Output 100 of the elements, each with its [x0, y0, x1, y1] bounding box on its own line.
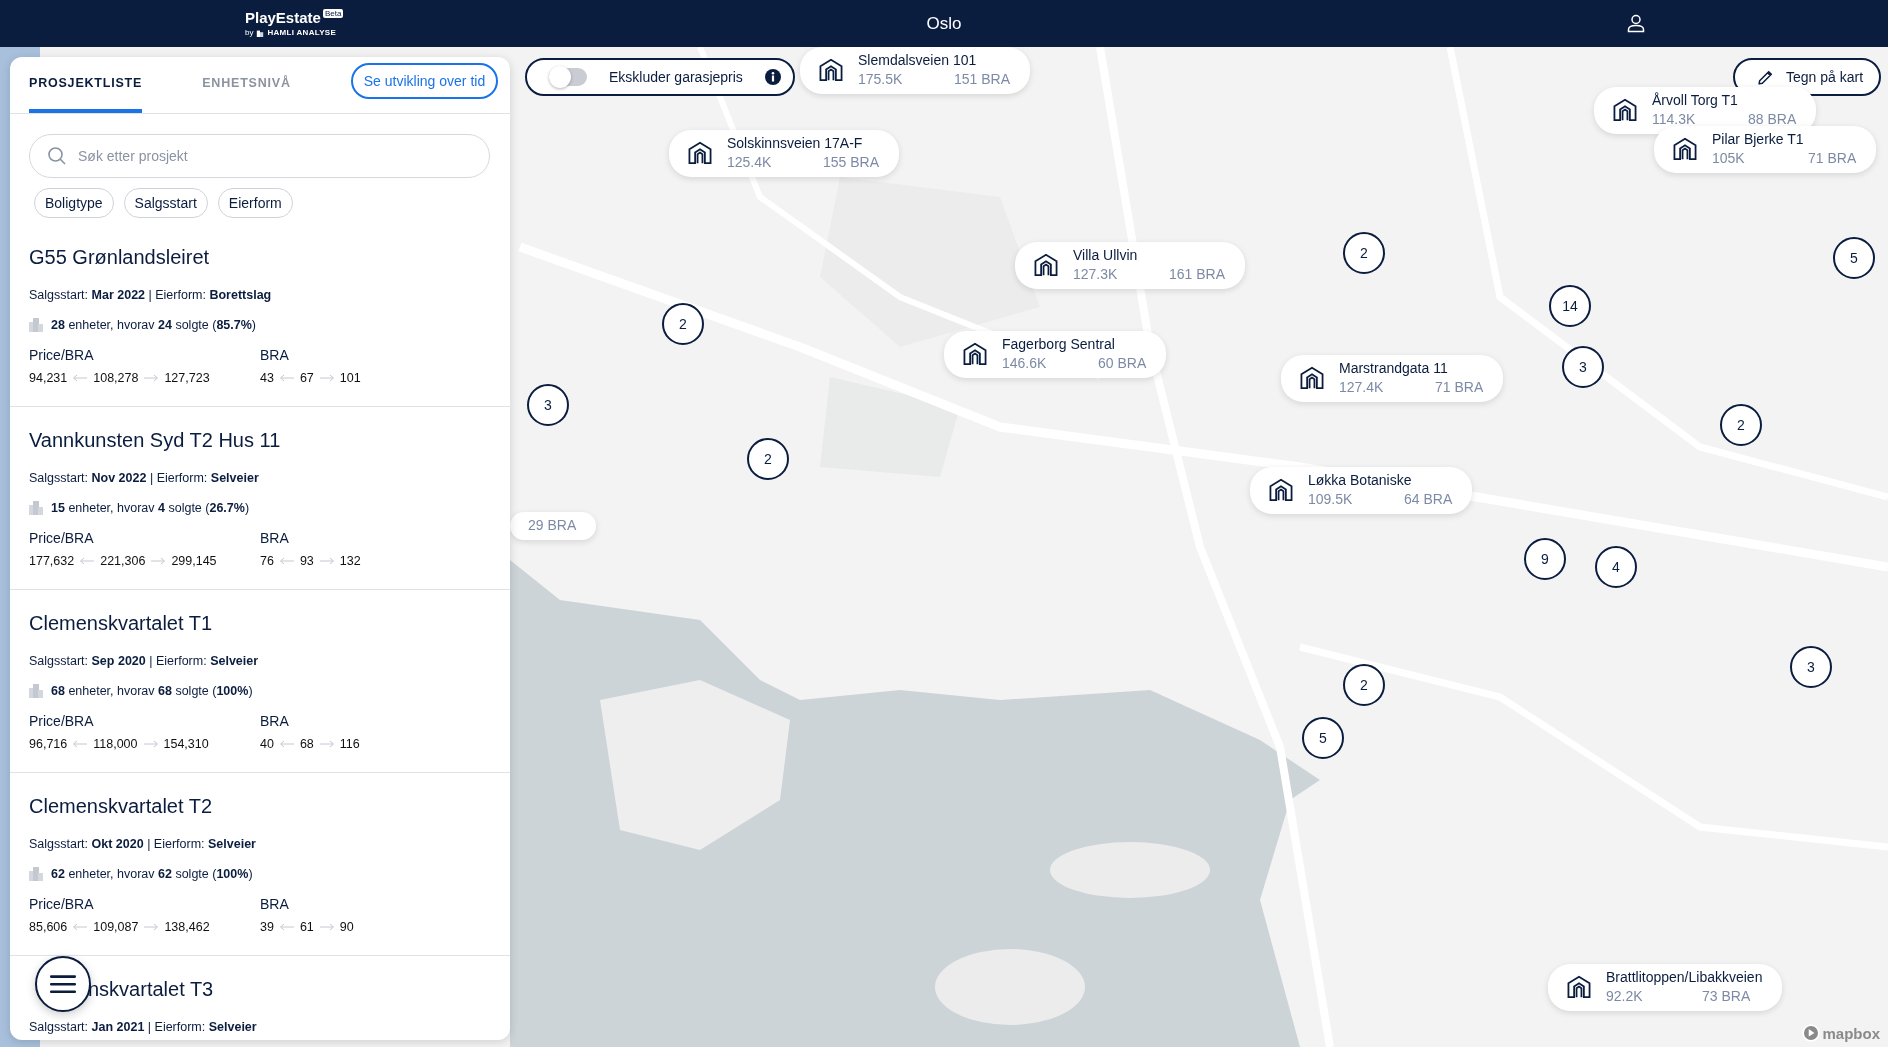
building-icon	[1612, 97, 1638, 123]
pencil-icon	[1757, 68, 1774, 86]
logo-wordmark: PlayEstate	[245, 9, 321, 27]
range-value: 132	[339, 553, 361, 570]
marker-area: 73 BRA	[1702, 987, 1751, 1006]
map-marker-card[interactable]: 29 BRA	[510, 512, 597, 540]
filter-chip[interactable]: Eierform	[217, 188, 293, 218]
building-icon	[29, 867, 43, 881]
arrow-left-icon	[278, 740, 295, 748]
marker-title: Marstrandgata 11	[1339, 359, 1449, 378]
range-label: Price/BRA	[29, 529, 95, 547]
map-marker-card[interactable]: Villa Ullvin 127.3K 161 BRA	[1015, 242, 1246, 289]
arrow-right-icon	[318, 374, 335, 382]
marker-area: 71 BRA	[1435, 378, 1484, 397]
range-value: 67	[299, 370, 314, 387]
building-icon	[1268, 477, 1294, 503]
map-marker-card[interactable]: Solskinnsveien 17A-F 125.4K 155 BRA	[669, 130, 900, 177]
marker-title: Løkka Botaniske	[1308, 471, 1413, 490]
building-icon	[818, 57, 844, 83]
range-label: BRA	[260, 712, 290, 730]
marker-title: Villa Ullvin	[1073, 246, 1139, 265]
map-marker-card[interactable]: Marstrandgata 11 127.4K 71 BRA	[1281, 355, 1504, 402]
building-icon	[1299, 365, 1325, 391]
building-icon	[1672, 136, 1698, 162]
range-value: 221,306	[100, 553, 146, 570]
filter-chip[interactable]: Boligtype	[34, 188, 114, 218]
range-value: 94,231	[29, 370, 68, 387]
project-title: G55 Grønlandsleiret	[29, 245, 210, 270]
project-details: Salgsstart: Okt 2020 | Eierform: Selveier	[29, 836, 257, 853]
project-details: Salgsstart: Sep 2020 | Eierform: Selveier	[29, 653, 260, 670]
project-item[interactable]: Clemenskvartalet T1 Salgsstart: Sep 2020 | Eierform: Selveier 68 enheter, hvorav 68 solgte (100%) Price/BRA 96,716 118,000 154,310 BRA 40 68 116	[10, 590, 510, 773]
arrow-left-icon	[72, 740, 89, 748]
range-value: 40	[260, 736, 274, 753]
building-icon	[29, 684, 43, 698]
toggle-label: Ekskluder garasjepris	[609, 69, 743, 85]
marker-area: 71 BRA	[1808, 149, 1857, 168]
range-value: 68	[299, 736, 314, 753]
range-label: BRA	[260, 529, 290, 547]
map-marker-card[interactable]: Løkka Botaniske 109.5K 64 BRA	[1250, 467, 1473, 514]
page-title: Oslo	[925, 13, 963, 34]
toggle-control[interactable]: Ekskluder garasjepris	[525, 58, 795, 96]
range-value: 61	[299, 919, 314, 936]
project-details: Salgsstart: Nov 2022 | Eierform: Selveier	[29, 470, 260, 487]
range-value: 96,716	[29, 736, 68, 753]
project-item[interactable]: Clemenskvartalet T2 Salgsstart: Okt 2020 | Eierform: Selveier 62 enheter, hvorav 62 solgte (100%) Price/BRA 85,606 109,087 138,462 BRA 39 61 90	[10, 773, 510, 956]
range-value: 138,462	[164, 919, 210, 936]
search-field[interactable]: Søk etter prosjekt	[29, 134, 490, 178]
arrow-right-icon	[318, 740, 335, 748]
filter-chip[interactable]: Salgsstart	[123, 188, 208, 218]
range-label: BRA	[260, 346, 290, 364]
map-marker-card[interactable]: Brattlitoppen/Libakkveien 92.2K 73 BRA	[1548, 964, 1783, 1011]
company-name: HAMLI ANALYSE	[267, 28, 337, 38]
marker-area: 155 BRA	[823, 153, 880, 172]
marker-area: 88 BRA	[1748, 110, 1797, 129]
logo-byline: by	[245, 28, 254, 38]
marker-price: 114.3K	[1652, 110, 1697, 129]
units-summary: 62 enheter, hvorav 62 solgte (100%)	[51, 866, 253, 883]
timeline-button[interactable]: Se utvikling over tid	[350, 63, 499, 99]
range-value: 43	[260, 370, 274, 387]
arrow-right-icon	[318, 923, 335, 931]
marker-price: 175.5K	[858, 70, 904, 89]
map-marker-card[interactable]: Slemdalsveien 101 175.5K 151 BRA	[800, 47, 1031, 94]
arrow-left-icon	[72, 374, 89, 382]
marker-title: Fagerborg Sentral	[1002, 335, 1116, 354]
units-summary: 15 enheter, hvorav 4 solgte (26.7%)	[51, 500, 250, 517]
project-details: Salgsstart: Mar 2022 | Eierform: Borettslag	[29, 287, 273, 304]
map-marker-card[interactable]: Fagerborg Sentral 146.6K 60 BRA	[944, 331, 1167, 378]
range-value: 76	[260, 553, 274, 570]
units-summary: 68 enheter, hvorav 68 solgte (100%)	[51, 683, 253, 700]
arrow-right-icon	[318, 557, 335, 565]
range-value: 116	[339, 736, 360, 753]
building-icon	[29, 318, 43, 332]
info-icon	[765, 69, 781, 85]
building-icon	[1033, 252, 1059, 278]
project-title: Vannkunsten Syd T2 Hus 11	[29, 428, 281, 453]
map-marker-card[interactable]: Pilar Bjerke T1 105K 71 BRA	[1654, 126, 1877, 173]
marker-title: Brattlitoppen/Libakkveien	[1606, 968, 1763, 987]
beta-badge: Beta	[322, 9, 344, 18]
marker-area: 161 BRA	[1169, 265, 1226, 284]
marker-title: Solskinnsveien 17A-F	[727, 134, 864, 153]
marker-area: 29 BRA	[528, 516, 577, 535]
units-summary: 28 enheter, hvorav 24 solgte (85.7%)	[51, 317, 257, 334]
marker-price: 127.4K	[1339, 378, 1385, 397]
arrow-right-icon	[150, 557, 167, 565]
mapbox-icon	[1802, 1024, 1821, 1042]
project-item[interactable]: Vannkunsten Syd T2 Hus 11 Salgsstart: Nov 2022 | Eierform: Selveier 15 enheter, hvorav 4 solgte (26.7%) Price/BRA 177,632 221,306 299,145 BRA 76 93 132	[10, 407, 510, 590]
range-label: Price/BRA	[29, 346, 95, 364]
building-icon	[256, 29, 265, 37]
range-label: Price/BRA	[29, 895, 95, 913]
toggle-switch[interactable]	[549, 68, 587, 86]
range-value: 109,087	[93, 919, 139, 936]
building-icon	[687, 140, 713, 166]
project-item[interactable]: G55 Grønlandsleiret Salgsstart: Mar 2022 | Eierform: Borettslag 28 enheter, hvorav 24 solgte (85.7%) Price/BRA 94,231 108,278 127,723 BRA 43 67 101	[10, 224, 510, 407]
project-details: Salgsstart: Jan 2021 | Eierform: Selveier	[29, 1019, 258, 1036]
marker-price: 109.5K	[1308, 490, 1354, 509]
range-label: BRA	[260, 895, 290, 913]
arrow-left-icon	[278, 923, 295, 931]
marker-area: 60 BRA	[1098, 354, 1147, 373]
tab[interactable]: PROSJEKTLISTE	[29, 57, 143, 113]
arrow-left-icon	[278, 557, 295, 565]
